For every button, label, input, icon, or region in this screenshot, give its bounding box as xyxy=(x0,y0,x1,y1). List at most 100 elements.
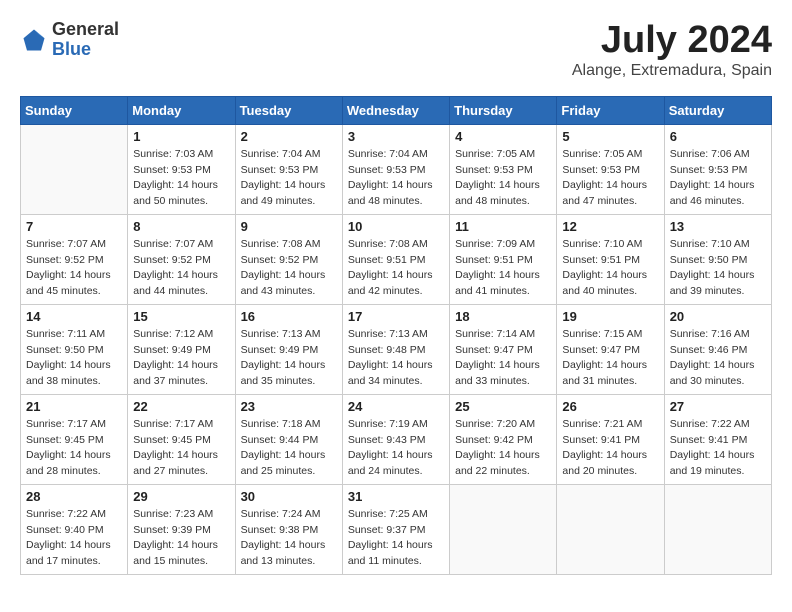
calendar-cell: 21 Sunrise: 7:17 AMSunset: 9:45 PMDayligh… xyxy=(21,394,128,484)
calendar-cell: 30 Sunrise: 7:24 AMSunset: 9:38 PMDayligh… xyxy=(235,484,342,574)
day-info: Sunrise: 7:17 AMSunset: 9:45 PMDaylight:… xyxy=(133,417,229,480)
calendar-week-2: 7 Sunrise: 7:07 AMSunset: 9:52 PMDaylight… xyxy=(21,214,772,304)
logo-icon xyxy=(20,26,48,54)
day-info: Sunrise: 7:13 AMSunset: 9:49 PMDaylight:… xyxy=(241,327,337,390)
weekday-header-friday: Friday xyxy=(557,96,664,124)
day-info: Sunrise: 7:12 AMSunset: 9:49 PMDaylight:… xyxy=(133,327,229,390)
day-info: Sunrise: 7:20 AMSunset: 9:42 PMDaylight:… xyxy=(455,417,551,480)
logo-text: General Blue xyxy=(52,20,119,60)
calendar-cell: 14Sunrise: 7:11 AMSunset: 9:50 PMDayligh… xyxy=(21,304,128,394)
calendar-cell: 11Sunrise: 7:09 AMSunset: 9:51 PMDayligh… xyxy=(450,214,557,304)
calendar-week-3: 14Sunrise: 7:11 AMSunset: 9:50 PMDayligh… xyxy=(21,304,772,394)
day-number: 5 xyxy=(562,129,658,144)
weekday-header-sunday: Sunday xyxy=(21,96,128,124)
calendar-cell: 8 Sunrise: 7:07 AMSunset: 9:52 PMDaylight… xyxy=(128,214,235,304)
calendar-cell: 9Sunrise: 7:08 AMSunset: 9:52 PMDaylight… xyxy=(235,214,342,304)
day-info: Sunrise: 7:04 AMSunset: 9:53 PMDaylight:… xyxy=(348,147,444,210)
calendar-cell: 6 Sunrise: 7:06 AMSunset: 9:53 PMDaylight… xyxy=(664,124,771,214)
day-info: Sunrise: 7:09 AMSunset: 9:51 PMDaylight:… xyxy=(455,237,551,300)
calendar-cell: 26Sunrise: 7:21 AMSunset: 9:41 PMDayligh… xyxy=(557,394,664,484)
weekday-header-monday: Monday xyxy=(128,96,235,124)
day-number: 2 xyxy=(241,129,337,144)
day-number: 17 xyxy=(348,309,444,324)
calendar-location: Alange, Extremadura, Spain xyxy=(572,62,772,80)
day-number: 3 xyxy=(348,129,444,144)
day-info: Sunrise: 7:25 AMSunset: 9:37 PMDaylight:… xyxy=(348,507,444,570)
day-number: 4 xyxy=(455,129,551,144)
calendar-table: SundayMondayTuesdayWednesdayThursdayFrid… xyxy=(20,96,772,575)
calendar-cell: 4 Sunrise: 7:05 AMSunset: 9:53 PMDaylight… xyxy=(450,124,557,214)
calendar-cell xyxy=(664,484,771,574)
day-number: 12 xyxy=(562,219,658,234)
day-info: Sunrise: 7:14 AMSunset: 9:47 PMDaylight:… xyxy=(455,327,551,390)
day-number: 30 xyxy=(241,489,337,504)
day-number: 9 xyxy=(241,219,337,234)
day-info: Sunrise: 7:11 AMSunset: 9:50 PMDaylight:… xyxy=(26,327,122,390)
calendar-cell xyxy=(450,484,557,574)
day-info: Sunrise: 7:16 AMSunset: 9:46 PMDaylight:… xyxy=(670,327,766,390)
day-number: 31 xyxy=(348,489,444,504)
calendar-cell: 5 Sunrise: 7:05 AMSunset: 9:53 PMDaylight… xyxy=(557,124,664,214)
calendar-cell: 3 Sunrise: 7:04 AMSunset: 9:53 PMDaylight… xyxy=(342,124,449,214)
calendar-cell: 19 Sunrise: 7:15 AMSunset: 9:47 PMDayligh… xyxy=(557,304,664,394)
calendar-cell: 24 Sunrise: 7:19 AMSunset: 9:43 PMDayligh… xyxy=(342,394,449,484)
day-number: 1 xyxy=(133,129,229,144)
day-number: 25 xyxy=(455,399,551,414)
calendar-cell: 17 Sunrise: 7:13 AMSunset: 9:48 PMDayligh… xyxy=(342,304,449,394)
day-number: 23 xyxy=(241,399,337,414)
day-number: 19 xyxy=(562,309,658,324)
day-info: Sunrise: 7:07 AMSunset: 9:52 PMDaylight:… xyxy=(26,237,122,300)
logo-general: General xyxy=(52,20,119,40)
day-info: Sunrise: 7:10 AMSunset: 9:51 PMDaylight:… xyxy=(562,237,658,300)
page-header: General Blue July 2024 Alange, Extremadu… xyxy=(20,20,772,80)
calendar-cell: 12 Sunrise: 7:10 AMSunset: 9:51 PMDayligh… xyxy=(557,214,664,304)
day-number: 18 xyxy=(455,309,551,324)
logo: General Blue xyxy=(20,20,119,60)
day-info: Sunrise: 7:05 AMSunset: 9:53 PMDaylight:… xyxy=(562,147,658,210)
calendar-cell: 23Sunrise: 7:18 AMSunset: 9:44 PMDayligh… xyxy=(235,394,342,484)
day-info: Sunrise: 7:19 AMSunset: 9:43 PMDaylight:… xyxy=(348,417,444,480)
weekday-header-saturday: Saturday xyxy=(664,96,771,124)
weekday-header-row: SundayMondayTuesdayWednesdayThursdayFrid… xyxy=(21,96,772,124)
weekday-header-tuesday: Tuesday xyxy=(235,96,342,124)
calendar-cell: 16Sunrise: 7:13 AMSunset: 9:49 PMDayligh… xyxy=(235,304,342,394)
calendar-cell xyxy=(21,124,128,214)
day-info: Sunrise: 7:17 AMSunset: 9:45 PMDaylight:… xyxy=(26,417,122,480)
day-number: 26 xyxy=(562,399,658,414)
day-number: 10 xyxy=(348,219,444,234)
day-info: Sunrise: 7:08 AMSunset: 9:51 PMDaylight:… xyxy=(348,237,444,300)
calendar-week-1: 1Sunrise: 7:03 AMSunset: 9:53 PMDaylight… xyxy=(21,124,772,214)
day-number: 15 xyxy=(133,309,229,324)
day-number: 21 xyxy=(26,399,122,414)
calendar-cell: 31 Sunrise: 7:25 AMSunset: 9:37 PMDayligh… xyxy=(342,484,449,574)
weekday-header-wednesday: Wednesday xyxy=(342,96,449,124)
day-info: Sunrise: 7:13 AMSunset: 9:48 PMDaylight:… xyxy=(348,327,444,390)
calendar-cell: 27Sunrise: 7:22 AMSunset: 9:41 PMDayligh… xyxy=(664,394,771,484)
calendar-cell: 22Sunrise: 7:17 AMSunset: 9:45 PMDayligh… xyxy=(128,394,235,484)
day-number: 28 xyxy=(26,489,122,504)
day-number: 8 xyxy=(133,219,229,234)
day-info: Sunrise: 7:15 AMSunset: 9:47 PMDaylight:… xyxy=(562,327,658,390)
day-number: 13 xyxy=(670,219,766,234)
calendar-cell: 1Sunrise: 7:03 AMSunset: 9:53 PMDaylight… xyxy=(128,124,235,214)
calendar-title: July 2024 xyxy=(572,20,772,62)
day-info: Sunrise: 7:04 AMSunset: 9:53 PMDaylight:… xyxy=(241,147,337,210)
calendar-cell: 13Sunrise: 7:10 AMSunset: 9:50 PMDayligh… xyxy=(664,214,771,304)
calendar-cell: 7 Sunrise: 7:07 AMSunset: 9:52 PMDaylight… xyxy=(21,214,128,304)
day-number: 27 xyxy=(670,399,766,414)
day-number: 6 xyxy=(670,129,766,144)
day-info: Sunrise: 7:06 AMSunset: 9:53 PMDaylight:… xyxy=(670,147,766,210)
calendar-week-4: 21 Sunrise: 7:17 AMSunset: 9:45 PMDayligh… xyxy=(21,394,772,484)
day-info: Sunrise: 7:05 AMSunset: 9:53 PMDaylight:… xyxy=(455,147,551,210)
calendar-cell xyxy=(557,484,664,574)
calendar-cell: 20 Sunrise: 7:16 AMSunset: 9:46 PMDayligh… xyxy=(664,304,771,394)
day-info: Sunrise: 7:24 AMSunset: 9:38 PMDaylight:… xyxy=(241,507,337,570)
day-number: 29 xyxy=(133,489,229,504)
day-number: 20 xyxy=(670,309,766,324)
weekday-header-thursday: Thursday xyxy=(450,96,557,124)
day-info: Sunrise: 7:23 AMSunset: 9:39 PMDaylight:… xyxy=(133,507,229,570)
day-info: Sunrise: 7:07 AMSunset: 9:52 PMDaylight:… xyxy=(133,237,229,300)
day-number: 7 xyxy=(26,219,122,234)
calendar-cell: 28Sunrise: 7:22 AMSunset: 9:40 PMDayligh… xyxy=(21,484,128,574)
day-number: 24 xyxy=(348,399,444,414)
